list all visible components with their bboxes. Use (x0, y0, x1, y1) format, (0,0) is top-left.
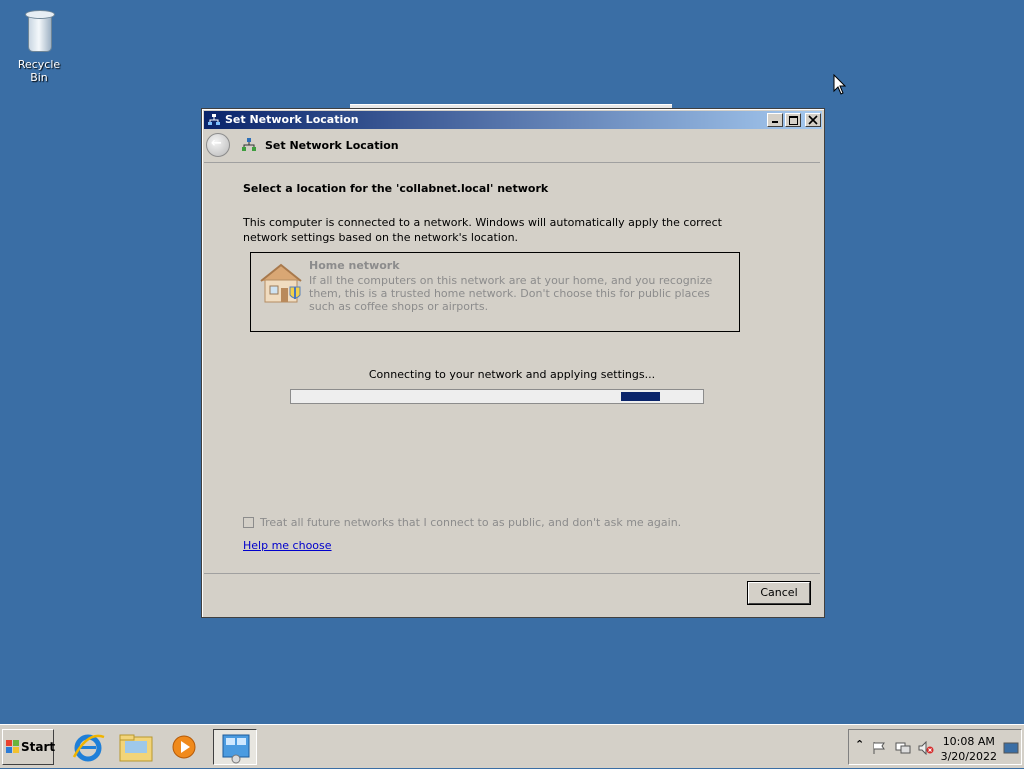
home-network-icon (260, 263, 302, 303)
windows-logo-icon (6, 740, 19, 753)
back-button[interactable] (206, 133, 230, 157)
folder-icon (119, 734, 153, 762)
help-me-choose-link[interactable]: Help me choose (243, 539, 332, 552)
treat-public-checkbox-label: Treat all future networks that I connect… (260, 516, 682, 529)
recycle-bin-desktop-icon[interactable]: Recycle Bin (8, 6, 70, 84)
location-description: This computer is connected to a network.… (243, 216, 722, 244)
mouse-cursor-icon (833, 74, 847, 95)
taskbar-windows-explorer[interactable] (114, 729, 158, 765)
internet-explorer-icon (72, 734, 105, 762)
network-center-icon (222, 734, 250, 764)
network-location-icon (242, 138, 256, 151)
network-tray-icon[interactable] (895, 741, 911, 755)
cancel-button[interactable]: Cancel (748, 582, 810, 604)
recycle-bin-label: Recycle Bin (17, 58, 61, 84)
show-hidden-icons-chevron-icon[interactable]: ⌃ (855, 738, 864, 751)
clock-time: 10:08 AM (942, 735, 995, 748)
taskbar-internet-explorer[interactable] (66, 729, 110, 765)
clock-date: 3/20/2022 (940, 750, 997, 763)
home-network-description: If all the computers on this network are… (309, 274, 713, 313)
system-tray: ⌃ 10:08 AM 3/20/2022 (848, 729, 1022, 765)
media-player-icon (172, 735, 196, 759)
start-label: Start (21, 740, 56, 754)
window-title: Set Network Location (225, 113, 359, 126)
home-network-title: Home network (309, 259, 400, 272)
show-desktop-icon[interactable] (1003, 741, 1019, 755)
taskbar-media-player[interactable] (162, 729, 206, 765)
home-network-option[interactable]: Home network If all the computers on thi… (250, 252, 740, 332)
close-icon (808, 115, 818, 125)
set-network-location-dialog: Set Network Location Set Network Locatio… (201, 108, 825, 618)
treat-public-checkbox[interactable] (243, 517, 254, 528)
close-button[interactable] (805, 113, 821, 127)
start-button[interactable]: Start (2, 729, 56, 765)
navigation-bar: Set Network Location (204, 130, 822, 162)
minimize-button[interactable] (767, 113, 783, 127)
progress-marquee-chunk (621, 392, 660, 401)
location-heading: Select a location for the 'collabnet.loc… (243, 182, 549, 195)
tray-clock[interactable]: 10:08 AM 3/20/2022 (941, 734, 997, 764)
recycle-bin-icon (19, 6, 59, 54)
taskbar-network-center[interactable] (213, 729, 257, 765)
network-icon (208, 114, 220, 125)
title-bar[interactable]: Set Network Location (204, 111, 822, 129)
connection-progress-bar (290, 389, 704, 404)
connection-status-text: Connecting to your network and applying … (368, 368, 656, 381)
page-title: Set Network Location (265, 139, 399, 152)
maximize-button[interactable] (785, 113, 801, 127)
dialog-content: Select a location for the 'collabnet.loc… (204, 162, 820, 574)
volume-muted-icon[interactable] (918, 741, 934, 755)
treat-public-checkbox-row[interactable]: Treat all future networks that I connect… (243, 516, 681, 529)
action-center-flag-icon[interactable] (872, 741, 888, 755)
taskbar: Start ⌃ 10:08 AM 3/20/2022 (0, 724, 1024, 768)
